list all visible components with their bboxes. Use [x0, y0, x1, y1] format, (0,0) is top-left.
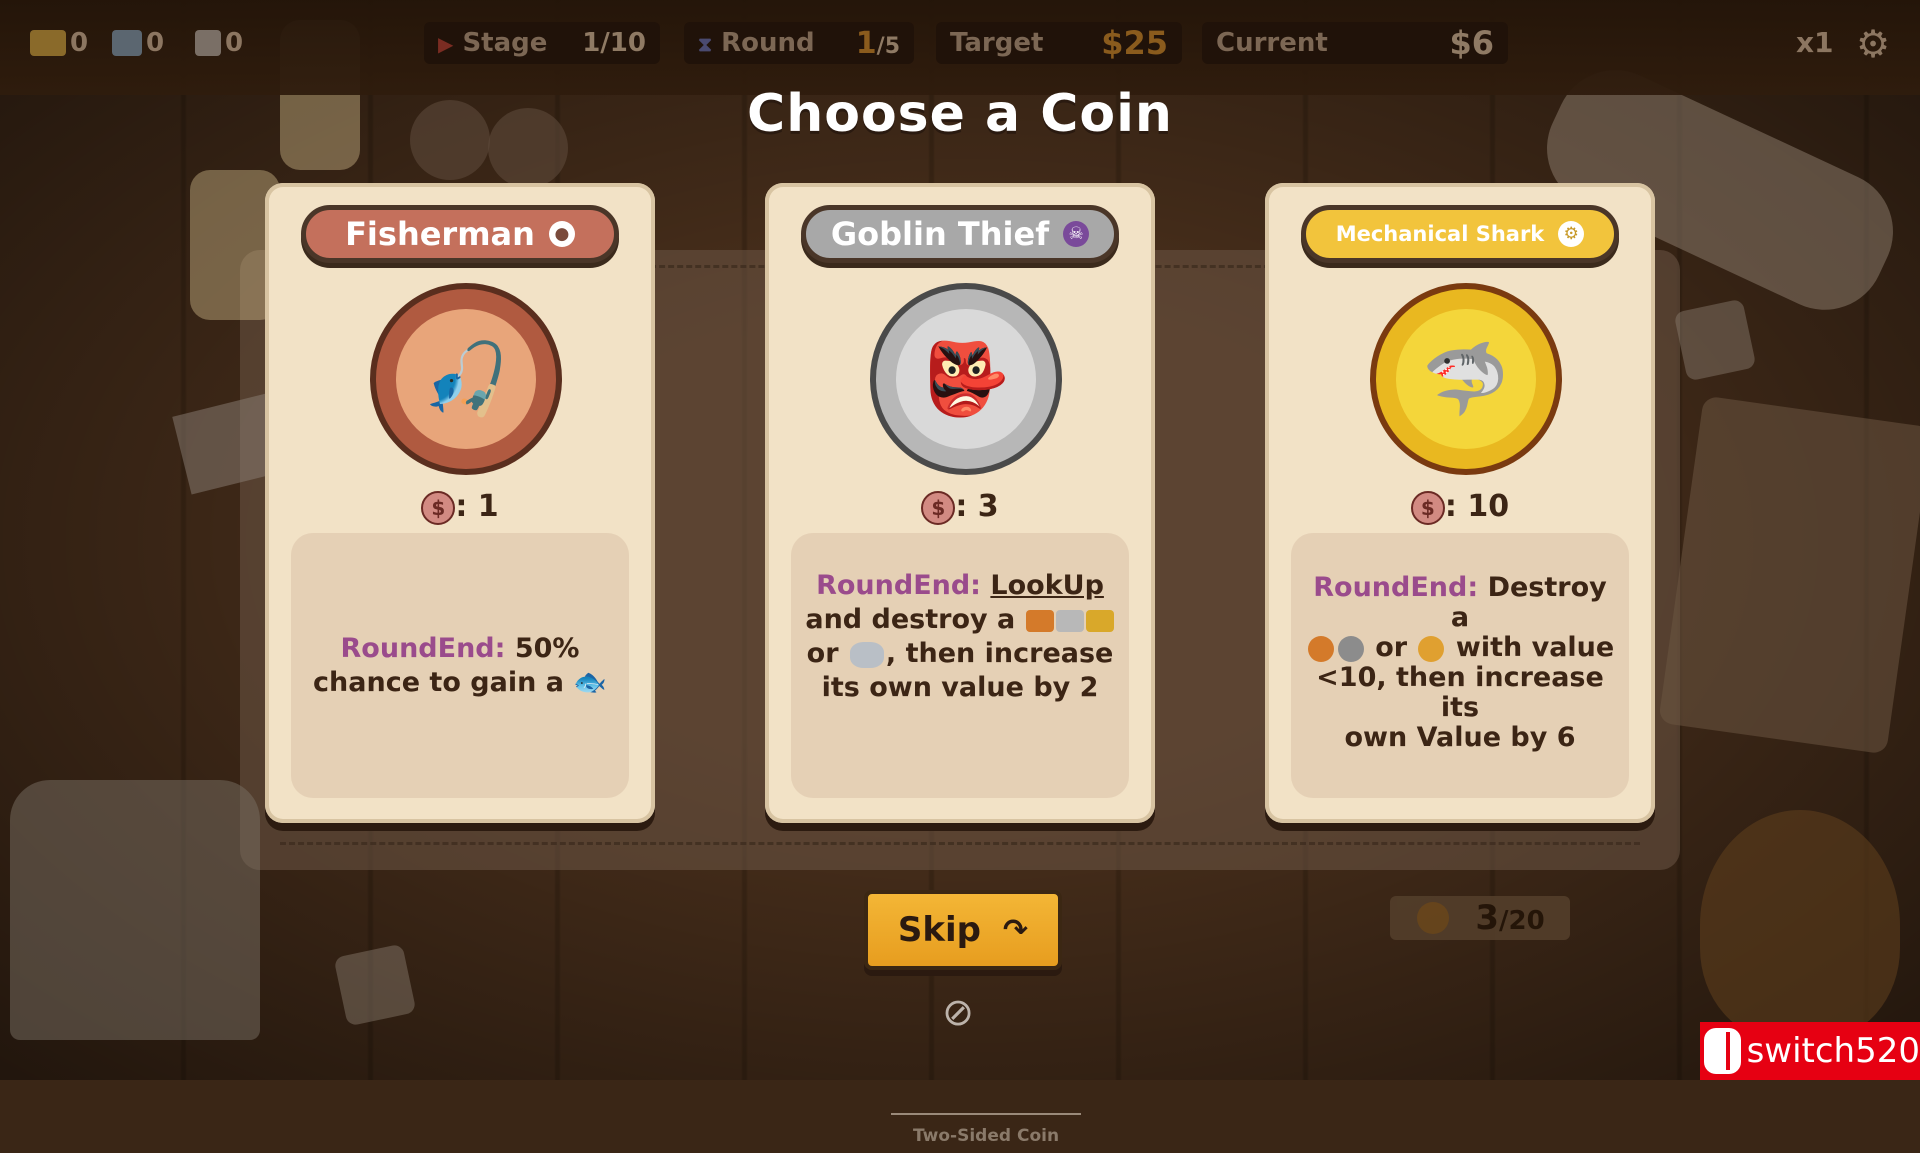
goblin-icon: 👺	[896, 309, 1036, 449]
stage-value: 1/10	[582, 28, 646, 58]
coin-cost: $: 10	[1265, 489, 1655, 525]
coin-bag-decoration	[1700, 810, 1900, 1040]
lookup-link[interactable]: LookUp	[990, 570, 1104, 601]
current-label: Current	[1216, 28, 1328, 58]
card-name-banner: Fisherman ●	[301, 205, 619, 263]
page-title: Choose a Coin	[747, 84, 1173, 144]
skip-button[interactable]: Skip ↷	[864, 890, 1062, 970]
flag-icon: ▶	[438, 32, 454, 56]
round-value: 1/5	[855, 25, 900, 61]
circus-poster-decoration	[1658, 395, 1920, 755]
ticket-icon	[30, 30, 66, 56]
round-label: ⧗ Round	[698, 28, 815, 58]
stage-label: ▶ Stage	[438, 28, 548, 58]
target-label: Target	[950, 28, 1044, 58]
gear-icon	[1418, 635, 1445, 662]
orange-chest-icon	[1025, 609, 1054, 632]
card-description: RoundEnd: 50% chance to gain a 🐟	[291, 533, 629, 798]
skull-icon: ☠	[1063, 221, 1090, 247]
card-description: RoundEnd: Destroy a or with value <10, t…	[1291, 533, 1629, 798]
coin-cost: $: 1	[265, 489, 655, 525]
ticket-counter: 0	[30, 26, 88, 60]
card-icon	[195, 30, 221, 56]
coin-portrait: 🦈	[1370, 283, 1562, 475]
shark-icon: 🦈	[1396, 309, 1536, 449]
coin-card-mechanical-shark[interactable]: Mechanical Shark ⚙ 🦈 $: 10 RoundEnd: Des…	[1265, 183, 1655, 823]
fisherman-icon: 🎣	[396, 309, 536, 449]
paw-icon	[1307, 635, 1334, 662]
fish-icon: 🐟	[573, 666, 607, 698]
coin-cost: $: 3	[765, 489, 1155, 525]
beer-mug-decoration	[10, 780, 260, 1040]
current-display: Current $6	[1202, 22, 1508, 64]
silver-coins-icon	[849, 641, 884, 668]
coin-icon	[1417, 902, 1450, 934]
stage-display: ▶ Stage 1/10	[424, 22, 660, 64]
coin-portrait: 🎣	[370, 283, 562, 475]
coin-cost-icon: $	[1410, 490, 1445, 525]
target-value: $25	[1101, 24, 1168, 62]
round-display: ⧗ Round 1/5	[684, 22, 914, 64]
card-counter: 0	[195, 26, 243, 60]
person-icon	[1337, 635, 1364, 662]
card-name-banner: Mechanical Shark ⚙	[1301, 205, 1619, 263]
hammer-icon	[112, 30, 142, 56]
watermark: switch520	[1700, 1022, 1920, 1080]
target-display: Target $25	[936, 22, 1182, 64]
coin-portrait: 👺	[870, 283, 1062, 475]
gear-icon[interactable]: ⚙	[1856, 22, 1890, 66]
card-description: RoundEnd: LookUp and destroy a or , then…	[791, 533, 1129, 1146]
deck-counter: 3/20	[1390, 896, 1570, 940]
coin-card-fisherman[interactable]: Fisherman ● 🎣 $: 1 RoundEnd: 50% chance …	[265, 183, 655, 823]
redo-arrow-icon: ↷	[1002, 912, 1029, 948]
hourglass-icon: ⧗	[698, 32, 713, 56]
two-sided-coin-label: Two-Sided Coin	[891, 1113, 1081, 1153]
current-value: $6	[1449, 24, 1494, 62]
coin-cost-icon: $	[921, 490, 956, 525]
coin-cost-icon: $	[421, 490, 456, 525]
dice-decoration	[333, 943, 417, 1027]
speed-toggle[interactable]: x1	[1796, 26, 1834, 59]
card-name-banner: Goblin Thief ☠	[801, 205, 1119, 263]
dashed-border-bottom	[280, 842, 1640, 845]
coin-card-goblin-thief[interactable]: Goblin Thief ☠ 👺 $: 3 RoundEnd: LookUp a…	[765, 183, 1155, 1146]
hammer-counter: 0	[112, 26, 164, 60]
gear-badge-icon: ⚙	[1558, 221, 1585, 247]
dice-decoration	[1673, 298, 1757, 382]
silver-chest-icon	[1055, 609, 1084, 632]
hide-eye-icon[interactable]: ⊘	[930, 990, 986, 1034]
person-icon: ●	[548, 221, 575, 247]
switch-logo-icon	[1704, 1028, 1741, 1074]
gold-chest-icon	[1085, 609, 1114, 632]
